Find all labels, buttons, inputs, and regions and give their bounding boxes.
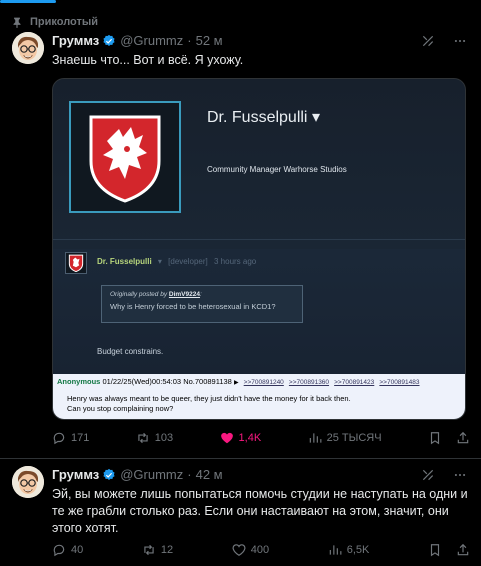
views-icon [329,545,342,555]
share-icon[interactable] [456,431,470,445]
more-options-icon[interactable] [453,34,467,48]
poster-name: Anonymous [57,377,101,386]
tweet-extra-actions [428,431,470,445]
pinned-label: Приколотый [13,16,99,28]
tweet-header: Груммз @Grummz · 52 м [52,33,223,48]
reply-link: >>700891240 [243,379,284,386]
developer-role: Community Manager Warhorse Studios [207,165,347,174]
retweet-count: 103 [154,432,174,444]
views-count: 6,5K [346,544,370,556]
author-name[interactable]: Груммз [52,33,99,48]
author-name[interactable]: Груммз [52,467,99,482]
reply-link: >>700891360 [288,379,330,386]
reply-count: 171 [71,432,90,444]
like-count: 1,4K [238,432,262,444]
retweet-button[interactable]: 103 [136,431,173,445]
verified-icon [103,34,115,46]
reply-count: 40 [71,544,84,556]
views-button[interactable]: 6,5K [328,543,370,557]
tweet-extra-actions [428,543,470,557]
views-icon [309,433,321,443]
steam-forum-screenshot: Dr. Fusselpulli ▾ Community Manager Warh… [53,79,465,374]
imageboard-body: Henry was always meant to be queer, they… [67,394,351,413]
reply-icon [53,432,65,445]
grok-icon[interactable] [421,34,435,48]
post-line: Can you stop complaining now? [67,403,174,413]
dropdown-caret-icon: ▾ [311,109,320,126]
reply-link: >>700891423 [334,379,375,386]
top-accent-bar [0,0,56,3]
avatar[interactable] [12,32,44,64]
reply-button[interactable]: 40 [52,543,83,557]
warhorse-logo [69,101,181,213]
imageboard-header: Anonymous 01/22/25(Wed)00:54:03 No.70089… [57,377,420,386]
pin-icon [13,17,21,28]
developer-tag: [developer] [168,257,208,266]
quote-author: DimV9224 [168,291,200,298]
share-icon[interactable] [456,543,470,557]
retweet-count: 12 [160,544,174,556]
author-handle[interactable]: @Grummz [120,33,183,48]
heart-filled-icon [220,432,233,444]
quoted-post: Originally posted by DimV9224: Why is He… [101,285,303,323]
tweet-header-actions [421,34,467,48]
like-button[interactable]: 400 [232,543,269,557]
avatar[interactable] [12,466,44,498]
developer-name: Dr. Fusselpulli ▾ [207,109,320,126]
imageboard-post: Anonymous 01/22/25(Wed)00:54:03 No.70089… [53,374,465,419]
reply-link: >>700891483 [379,379,420,386]
quote-meta: Originally posted by DimV9224: [110,291,202,298]
heart-icon [232,544,246,556]
tweet-header: Груммз @Grummz · 42 м [52,467,223,482]
tweet-actions: 171 103 1,4K 25 ТЫСЯЧ [52,431,470,445]
bookmark-icon[interactable] [428,543,442,557]
tweet-text: Знаешь что... Вот и всё. Я ухожу. [52,53,244,67]
tweet-actions: 40 12 400 6,5K [52,543,470,557]
comment-time: 3 hours ago [214,257,257,266]
verified-icon [103,468,115,480]
comment-caret-icon: ▾ [157,257,162,266]
comment-author: Dr. Fusselpulli [97,257,152,266]
comment-header: Dr. Fusselpulli ▾ [developer] 3 hours ag… [97,257,256,266]
tweet-time[interactable]: 42 м [196,467,223,482]
post-meta: 01/22/25(Wed)00:54:03 No.700891138 [102,377,232,386]
views-button[interactable]: 25 ТЫСЯЧ [308,431,382,445]
post-arrow-icon: ▶ [233,380,239,386]
retweet-icon [138,432,148,444]
banner-divider [53,239,465,240]
tweet-text: Эй, вы можете лишь попытаться помочь сту… [52,487,468,535]
tweet-media-image[interactable]: Dr. Fusselpulli ▾ Community Manager Warh… [52,78,466,420]
developer-reply: Budget constrains. [97,347,164,356]
grok-icon[interactable] [421,468,435,482]
author-handle[interactable]: @Grummz [120,467,183,482]
tweet-header-actions [421,468,467,482]
quote-text: Why is Henry forced to be heterosexual i… [110,302,276,311]
reply-icon [53,544,65,557]
bookmark-icon[interactable] [428,431,442,445]
views-count: 25 ТЫСЯЧ [326,432,382,444]
like-count: 400 [250,544,270,556]
retweet-button[interactable]: 12 [142,543,173,557]
like-button[interactable]: 1,4K [220,431,262,445]
pinned-text: Приколотый [30,16,99,28]
reply-button[interactable]: 171 [52,431,89,445]
more-options-icon[interactable] [453,468,467,482]
retweet-icon [144,544,154,556]
tweet-divider [0,458,481,459]
separator-dot: · [187,467,192,482]
tweet-time[interactable]: 52 м [196,33,223,48]
top-bar [0,0,481,6]
post-line: Henry was always meant to be queer, they… [67,394,351,403]
separator-dot: · [187,33,192,48]
comment-avatar [65,252,87,274]
